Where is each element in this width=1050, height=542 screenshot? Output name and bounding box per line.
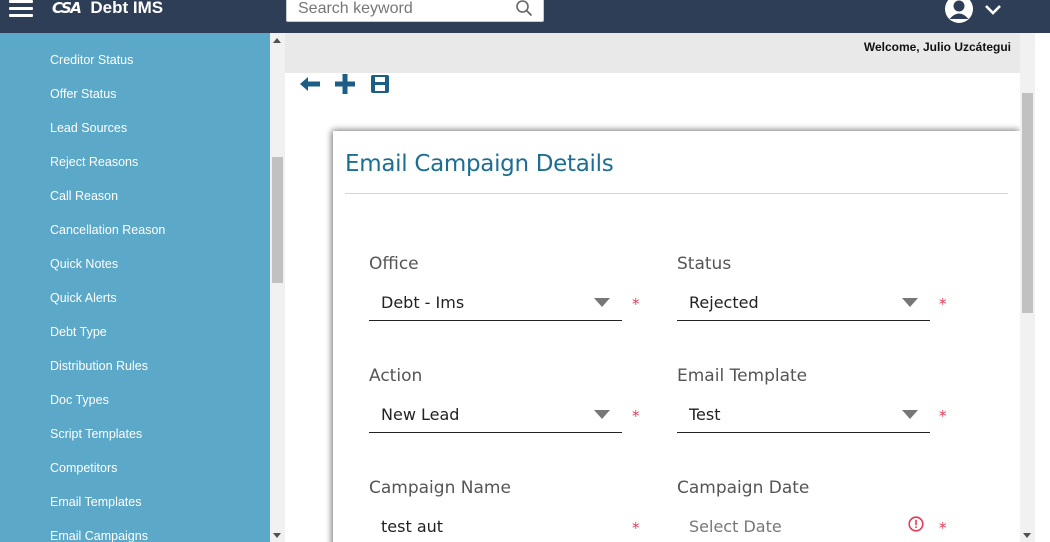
sidebar-scroll-thumb[interactable] — [272, 157, 283, 283]
campaign-name-label: Campaign Name — [369, 478, 511, 498]
office-value: Debt - Ims — [381, 293, 465, 312]
save-icon[interactable] — [369, 73, 391, 95]
status-select[interactable]: Rejected — [677, 287, 930, 321]
sidebar-item-lead-sources[interactable]: Lead Sources — [0, 111, 270, 145]
sidebar-item-doc-types[interactable]: Doc Types — [0, 383, 270, 417]
sidebar-item-email-campaigns[interactable]: Email Campaigns — [0, 519, 270, 542]
email-campaign-card: Email Campaign Details Office Debt - Ims… — [333, 131, 1020, 542]
sidebar-item-reject-reasons[interactable]: Reject Reasons — [0, 145, 270, 179]
sidebar: Creditor Status Offer Status Lead Source… — [0, 33, 270, 542]
alert-circle-icon — [908, 516, 924, 532]
arrow-left-icon[interactable] — [299, 73, 321, 95]
required-marker: * — [632, 519, 640, 537]
status-label: Status — [677, 254, 732, 274]
user-avatar-icon[interactable] — [944, 0, 974, 24]
status-value: Rejected — [689, 293, 759, 312]
hamburger-menu-icon[interactable] — [9, 0, 33, 20]
required-marker: * — [939, 519, 947, 537]
dropdown-caret-icon[interactable] — [902, 410, 918, 419]
top-bar: CSA Debt IMS — [0, 0, 1050, 33]
email-template-value: Test — [689, 405, 721, 424]
dropdown-caret-icon[interactable] — [594, 410, 610, 419]
required-marker: * — [632, 295, 640, 313]
search-input[interactable] — [287, 0, 507, 21]
sidebar-item-creditor-status[interactable]: Creditor Status — [0, 43, 270, 77]
action-label: Action — [369, 366, 423, 386]
campaign-name-value: test aut — [381, 517, 444, 536]
app-logo[interactable]: CSA Debt IMS — [52, 0, 163, 18]
app-name: Debt IMS — [90, 0, 164, 17]
sidebar-item-distribution-rules[interactable]: Distribution Rules — [0, 349, 270, 383]
sidebar-menu: Creditor Status Offer Status Lead Source… — [0, 43, 270, 542]
sidebar-item-cancellation-reason[interactable]: Cancellation Reason — [0, 213, 270, 247]
office-label: Office — [369, 254, 419, 274]
sidebar-item-call-reason[interactable]: Call Reason — [0, 179, 270, 213]
dropdown-caret-icon[interactable] — [594, 298, 610, 307]
search-box — [286, 0, 544, 22]
dropdown-caret-icon[interactable] — [902, 298, 918, 307]
search-icon[interactable] — [515, 0, 533, 17]
action-select[interactable]: New Lead — [369, 399, 622, 433]
sidebar-item-quick-notes[interactable]: Quick Notes — [0, 247, 270, 281]
main-content: Email Campaign Details Office Debt - Ims… — [285, 73, 1020, 542]
required-marker: * — [939, 295, 947, 313]
scroll-up-arrow-icon[interactable] — [273, 38, 281, 43]
plus-icon[interactable] — [334, 73, 356, 95]
scroll-down-arrow-icon[interactable] — [1023, 533, 1031, 538]
campaign-date-input[interactable]: Select Date — [677, 511, 930, 542]
sidebar-scrollbar[interactable] — [270, 33, 285, 542]
required-marker: * — [939, 407, 947, 425]
required-marker: * — [632, 407, 640, 425]
office-select[interactable]: Debt - Ims — [369, 287, 622, 321]
sidebar-item-competitors[interactable]: Competitors — [0, 451, 270, 485]
welcome-bar: Welcome, Julio Uzcátegui — [285, 33, 1020, 73]
card-title: Email Campaign Details — [345, 151, 614, 177]
sidebar-item-offer-status[interactable]: Offer Status — [0, 77, 270, 111]
main-scrollbar[interactable] — [1020, 33, 1035, 542]
campaign-name-input[interactable]: test aut — [369, 511, 622, 542]
sidebar-item-script-templates[interactable]: Script Templates — [0, 417, 270, 451]
main-scroll-thumb[interactable] — [1022, 93, 1033, 313]
chevron-down-icon[interactable] — [984, 4, 1002, 16]
welcome-text: Welcome, Julio Uzcátegui — [863, 40, 1011, 54]
email-template-label: Email Template — [677, 366, 808, 386]
logo-mark: CSA — [52, 0, 82, 17]
sidebar-item-debt-type[interactable]: Debt Type — [0, 315, 270, 349]
sidebar-item-quick-alerts[interactable]: Quick Alerts — [0, 281, 270, 315]
sidebar-item-email-templates[interactable]: Email Templates — [0, 485, 270, 519]
window-edge — [1035, 33, 1050, 542]
campaign-date-placeholder: Select Date — [689, 517, 782, 536]
scroll-down-arrow-icon[interactable] — [273, 533, 281, 538]
action-value: New Lead — [381, 405, 460, 424]
campaign-date-label: Campaign Date — [677, 478, 810, 498]
email-template-select[interactable]: Test — [677, 399, 930, 433]
title-divider — [345, 193, 1008, 194]
